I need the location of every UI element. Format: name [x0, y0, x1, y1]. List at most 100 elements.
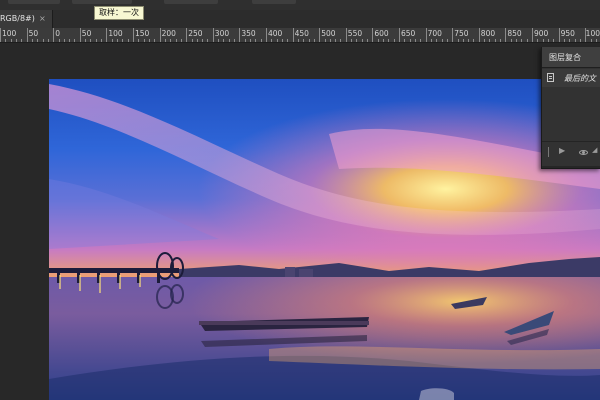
layer-comps-panel[interactable]: 图层复合 最后的文 ▶ ◢	[541, 47, 600, 169]
ruler-minor-tick	[122, 39, 124, 42]
canvas-photo[interactable]	[49, 79, 600, 400]
options-bar-field[interactable]	[72, 0, 132, 4]
ruler-minor-tick	[335, 39, 337, 42]
ruler-label: 750	[454, 29, 469, 38]
ruler-minor-tick	[579, 39, 581, 42]
close-icon[interactable]: ×	[39, 10, 46, 28]
ruler-label: 450	[294, 29, 309, 38]
panel-title: 图层复合	[549, 53, 581, 62]
ruler-minor-tick	[196, 39, 198, 42]
ruler-minor-tick	[276, 39, 278, 42]
ruler-minor-tick	[207, 39, 209, 42]
ruler-minor-tick	[234, 39, 236, 42]
ruler-minor-tick	[356, 39, 358, 42]
ruler-minor-tick	[574, 39, 576, 42]
ruler-minor-tick	[95, 39, 97, 42]
ruler-label: 150	[135, 29, 150, 38]
ruler-major-tick	[372, 28, 374, 42]
horizontal-ruler[interactable]: 100 50 0 50 100 150 200 250 300 350 400 450 500 550 60…	[0, 28, 600, 43]
ruler-minor-tick	[521, 39, 523, 42]
ruler-minor-tick	[10, 39, 12, 42]
ruler-minor-tick	[563, 39, 565, 42]
ruler-label: 950	[560, 29, 575, 38]
options-bar-field[interactable]	[8, 0, 60, 4]
ruler-minor-tick	[547, 39, 549, 42]
ruler-minor-tick	[138, 39, 140, 42]
ruler-minor-tick	[393, 39, 395, 42]
options-bar	[0, 0, 600, 10]
ruler-minor-tick	[569, 39, 571, 42]
ruler-minor-tick	[383, 39, 385, 42]
ruler-major-tick	[399, 28, 400, 42]
ruler-minor-tick	[526, 39, 528, 42]
ruler-minor-tick	[297, 39, 299, 42]
ruler-minor-tick	[31, 39, 33, 42]
ruler-label: 600	[374, 29, 389, 38]
ruler-minor-tick	[255, 39, 257, 42]
ruler-minor-tick	[15, 39, 17, 42]
options-bar-field[interactable]	[164, 0, 218, 4]
ruler-major-tick	[292, 28, 294, 42]
layer-comp-row[interactable]: 最后的文	[542, 69, 600, 87]
play-icon[interactable]: ▶	[559, 146, 565, 155]
ruler-minor-tick	[37, 39, 39, 42]
ruler-label: 200	[161, 29, 176, 38]
ruler-minor-tick	[127, 39, 129, 42]
ruler-label: 550	[347, 29, 363, 38]
ruler-minor-tick	[553, 39, 555, 42]
ruler-minor-tick	[510, 39, 512, 42]
ruler-minor-tick	[324, 39, 326, 42]
ruler-minor-tick	[5, 39, 7, 42]
ruler-minor-tick	[111, 39, 113, 42]
ruler-minor-tick	[542, 39, 544, 42]
panel-header[interactable]: 图层复合	[542, 47, 600, 68]
document-tab[interactable]: RGB/8#) ×	[0, 10, 53, 28]
ruler-major-tick	[452, 28, 454, 42]
ruler-label: 800	[480, 29, 496, 38]
ruler-label: 850	[507, 29, 522, 38]
ruler-major-tick	[53, 28, 55, 42]
ruler-minor-tick	[462, 39, 464, 42]
options-bar-field[interactable]	[252, 0, 296, 4]
ruler-minor-tick	[388, 39, 390, 42]
ruler-minor-tick	[377, 39, 379, 42]
ruler-minor-tick	[303, 39, 305, 42]
ruler-minor-tick	[74, 39, 76, 42]
ruler-minor-tick	[489, 39, 491, 42]
ruler-label: 700	[427, 29, 442, 38]
layer-comp-name: 最后的文	[564, 74, 596, 83]
document-tab-label: RGB/8#)	[0, 14, 35, 23]
ruler-label: 500	[321, 29, 336, 38]
chevron-icon: ◢	[592, 146, 598, 154]
ruler-minor-tick	[367, 39, 369, 42]
ruler-minor-tick	[101, 39, 103, 42]
ruler-minor-tick	[484, 39, 486, 42]
footer-divider	[548, 147, 549, 157]
ruler-minor-tick	[164, 39, 166, 42]
ruler-minor-tick	[329, 39, 331, 42]
ruler-minor-tick	[361, 39, 363, 42]
ruler-minor-tick	[58, 39, 60, 42]
ruler-minor-tick	[228, 39, 230, 42]
ruler-major-tick	[159, 28, 161, 42]
ruler-minor-tick	[516, 39, 518, 42]
document-icon	[547, 73, 554, 82]
ruler-minor-tick	[457, 39, 459, 42]
ruler-label: 100	[585, 29, 600, 38]
panel-footer: ▶ ◢	[542, 141, 600, 162]
ruler-minor-tick	[143, 39, 145, 42]
ruler-minor-tick	[446, 39, 448, 42]
ruler-minor-tick	[117, 39, 119, 42]
ruler-minor-tick	[148, 39, 150, 42]
ruler-major-tick	[532, 28, 533, 42]
ruler-minor-tick	[154, 39, 156, 42]
ruler-major-tick	[266, 28, 267, 42]
ruler-minor-tick	[404, 39, 406, 42]
ruler-major-tick	[186, 28, 188, 42]
visibility-eye-icon[interactable]	[579, 150, 588, 155]
ruler-minor-tick	[340, 39, 342, 42]
ruler-minor-tick	[271, 39, 273, 42]
ruler-minor-tick	[244, 39, 246, 42]
ruler-major-tick	[212, 28, 214, 42]
ruler-minor-tick	[468, 39, 470, 42]
